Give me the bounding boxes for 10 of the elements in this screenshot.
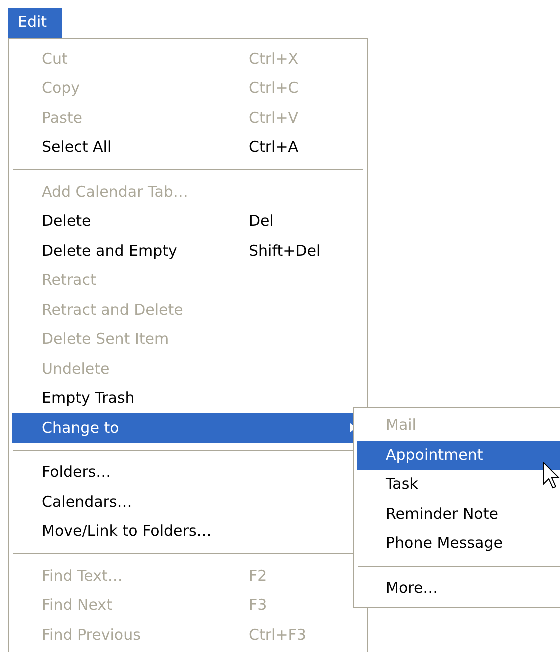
- submenu-item[interactable]: Task: [357, 470, 560, 500]
- edit-menu-title[interactable]: Edit: [8, 8, 62, 38]
- menu-item[interactable]: Delete and Empty Shift+Del: [12, 236, 364, 266]
- submenu-item[interactable]: Reminder Note: [357, 500, 560, 529]
- submenu-item[interactable]: More…: [357, 574, 560, 603]
- submenu-item[interactable]: Appointment: [357, 440, 560, 470]
- submenu-item[interactable]: Phone Message: [357, 529, 560, 558]
- menu-item[interactable]: Empty Trash: [12, 384, 364, 413]
- menu-item[interactable]: Select All Ctrl+A: [12, 132, 364, 162]
- menu-item[interactable]: Delete Del: [12, 206, 364, 236]
